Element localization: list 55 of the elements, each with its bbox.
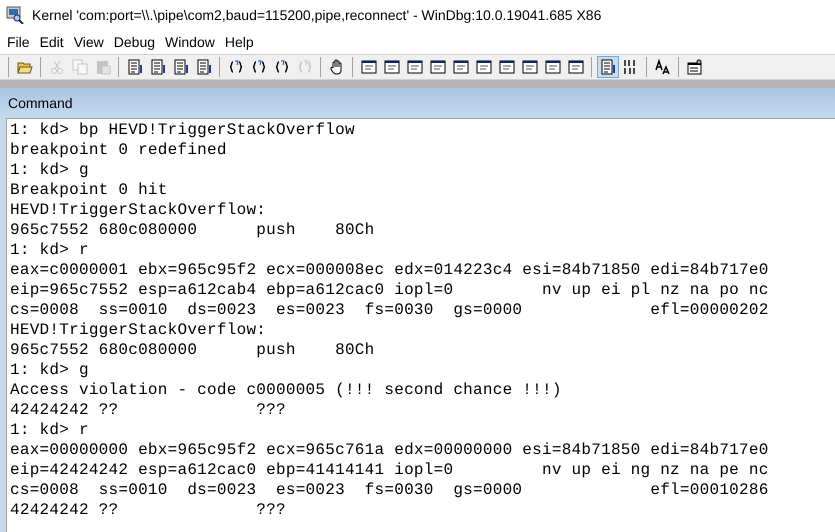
window-title: Kernel 'com:port=\\.\pipe\com2,baud=115200,pipe,reconnect' - WinDbg:10.0.19041.685 X86 bbox=[32, 6, 602, 25]
output-line: HEVD!TriggerStackOverflow: bbox=[10, 200, 268, 220]
menu-item[interactable]: Edit bbox=[34, 31, 69, 53]
window-icon bbox=[568, 59, 584, 75]
window-icon bbox=[406, 59, 422, 75]
output-line: 965c7552 680c080000 push 80Ch bbox=[10, 340, 376, 360]
window-icon bbox=[384, 59, 400, 75]
output-line: Breakpoint 0 hit bbox=[10, 180, 169, 200]
braces-icon bbox=[274, 59, 290, 75]
output-line: 965c7552 680c080000 push 80Ch bbox=[10, 220, 376, 240]
document-icon bbox=[600, 59, 616, 75]
document-icon bbox=[172, 59, 188, 75]
document-icon bbox=[126, 59, 142, 75]
panel-title: Command bbox=[8, 94, 73, 112]
debugger-app-icon bbox=[6, 6, 24, 24]
hand-icon bbox=[328, 59, 344, 75]
braces-icon bbox=[296, 59, 312, 75]
output-line: Access violation - code c0000005 (!!! second chance !!!) bbox=[10, 380, 563, 400]
output-line: eax=00000000 ebx=965c95f2 ecx=965c761a edx=00000000 esi=84b71850 edi=84b717e0 bbox=[10, 440, 770, 460]
output-line: 1: kd> r bbox=[10, 240, 90, 260]
output-line: breakpoint 0 redefined bbox=[10, 140, 228, 160]
window-icon bbox=[522, 59, 538, 75]
font-icon bbox=[654, 59, 670, 75]
scissors-icon bbox=[48, 59, 64, 75]
output-line: HEVD!TriggerStackOverflow: bbox=[10, 320, 268, 340]
output-line: eip=965c7552 esp=a612cab4 ebp=a612cac0 iopl=0 nv up ei pl nz na po nc bbox=[10, 280, 770, 300]
menu-item[interactable]: Debug bbox=[108, 31, 160, 53]
window-icon bbox=[498, 59, 514, 75]
output-line: 1: kd> r bbox=[10, 420, 90, 440]
braces-icon bbox=[228, 59, 244, 75]
menu-item[interactable]: File bbox=[2, 31, 35, 53]
braces-icon bbox=[250, 59, 266, 75]
menu-item[interactable]: View bbox=[68, 31, 109, 53]
document-icon bbox=[196, 59, 212, 75]
copy-icon bbox=[72, 59, 88, 75]
output-line: cs=0008 ss=0010 ds=0023 es=0023 fs=0030 gs=0000 efl=00010286 bbox=[10, 480, 770, 500]
window-icon bbox=[544, 59, 560, 75]
output-line: cs=0008 ss=0010 ds=0023 es=0023 fs=0030 gs=0000 efl=00000202 bbox=[10, 300, 770, 320]
window-icon bbox=[430, 59, 446, 75]
output-line: 1: kd> bp HEVD!TriggerStackOverflow bbox=[10, 120, 356, 140]
output-line: eax=c0000001 ebx=965c95f2 ecx=000008ec edx=014223c4 esi=84b71850 edi=84b717e0 bbox=[10, 260, 770, 280]
window-icon bbox=[452, 59, 468, 75]
menu-item[interactable]: Help bbox=[220, 31, 259, 53]
paste-icon bbox=[94, 59, 110, 75]
output-line: 1: kd> g bbox=[10, 360, 90, 380]
window-icon bbox=[360, 59, 376, 75]
output-line: 42424242 ?? ??? bbox=[10, 400, 287, 420]
output-line: 42424242 ?? ??? bbox=[10, 500, 287, 520]
window-icon bbox=[476, 59, 492, 75]
output-line: 1: kd> g bbox=[10, 160, 90, 180]
document-icon bbox=[150, 59, 166, 75]
options-icon bbox=[686, 59, 702, 75]
output-line: eip=42424242 esp=a612cac0 ebp=41414141 iopl=0 nv up ei ng nz na pe nc bbox=[10, 460, 770, 480]
menu-item[interactable]: Window bbox=[160, 31, 220, 53]
toolbar-button[interactable] bbox=[596, 56, 618, 78]
